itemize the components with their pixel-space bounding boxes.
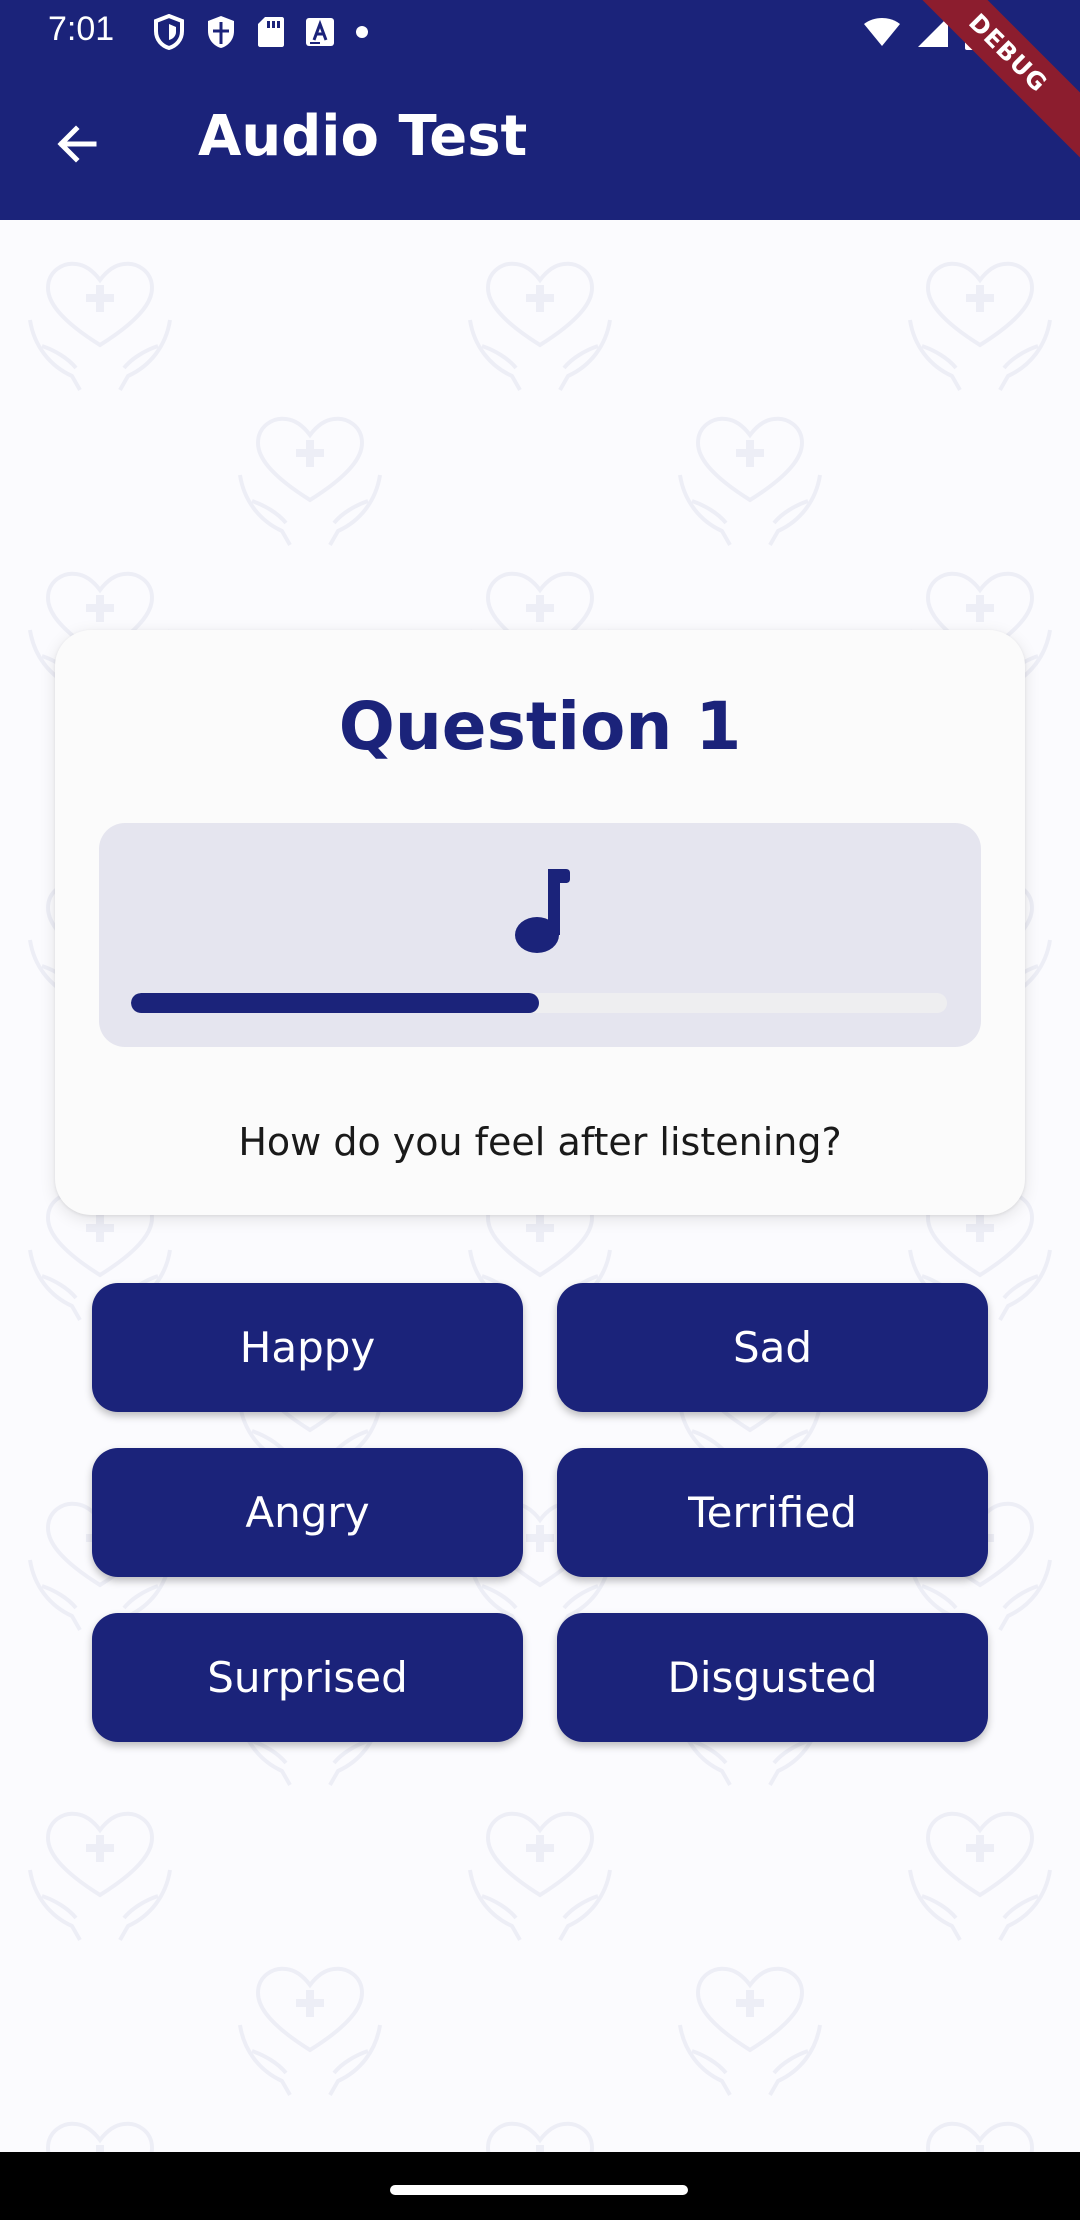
care-heart-watermark-icon	[28, 1811, 172, 1941]
care-heart-watermark-icon	[238, 416, 382, 546]
care-heart-watermark-icon	[908, 1811, 1052, 1941]
care-heart-watermark-icon	[485, 2121, 595, 2152]
answer-button-happy[interactable]: Happy	[92, 1283, 523, 1412]
music-note-icon	[515, 869, 570, 953]
question-prompt: How do you feel after listening?	[238, 1120, 842, 1164]
back-button[interactable]	[40, 108, 112, 180]
status-time: 7:01	[48, 10, 115, 48]
app-bar: Audio Test	[0, 66, 1080, 220]
navigation-bar	[0, 2152, 1080, 2220]
dot-icon	[356, 26, 368, 38]
care-heart-watermark-icon	[678, 416, 822, 546]
security-shield-icon	[208, 16, 234, 48]
sd-card-icon	[258, 17, 284, 47]
status-notification-icons	[152, 14, 370, 50]
answer-button-sad[interactable]: Sad	[557, 1283, 988, 1412]
care-heart-watermark-icon	[908, 261, 1052, 391]
care-heart-watermark-icon	[925, 2121, 1035, 2152]
care-heart-watermark-icon	[678, 1966, 822, 2096]
care-heart-watermark-icon	[28, 261, 172, 391]
care-heart-watermark-icon	[45, 2121, 155, 2152]
status-bar: 7:01	[0, 0, 1080, 66]
answer-button-angry[interactable]: Angry	[92, 1448, 523, 1577]
arrow-back-icon	[57, 125, 97, 163]
answer-button-terrified[interactable]: Terrified	[557, 1448, 988, 1577]
page-title: Audio Test	[198, 104, 528, 169]
home-indicator[interactable]	[390, 2185, 688, 2195]
care-heart-watermark-icon	[468, 261, 612, 391]
care-heart-watermark-icon	[468, 1811, 612, 1941]
font-a-icon	[306, 18, 334, 46]
audio-progress-bar[interactable]	[131, 993, 947, 1013]
care-heart-watermark-icon	[238, 1966, 382, 2096]
answer-grid: Happy Sad Angry Terrified Surprised Disg…	[92, 1283, 988, 1742]
wifi-icon	[864, 18, 900, 46]
audio-player[interactable]	[99, 823, 981, 1047]
question-card: Question 1 How do you feel after listeni…	[55, 630, 1025, 1215]
audio-progress-fill	[131, 993, 539, 1013]
shield-icon	[154, 14, 184, 50]
question-title: Question 1	[338, 688, 742, 765]
answer-button-surprised[interactable]: Surprised	[92, 1613, 523, 1742]
answer-button-disgusted[interactable]: Disgusted	[557, 1613, 988, 1742]
